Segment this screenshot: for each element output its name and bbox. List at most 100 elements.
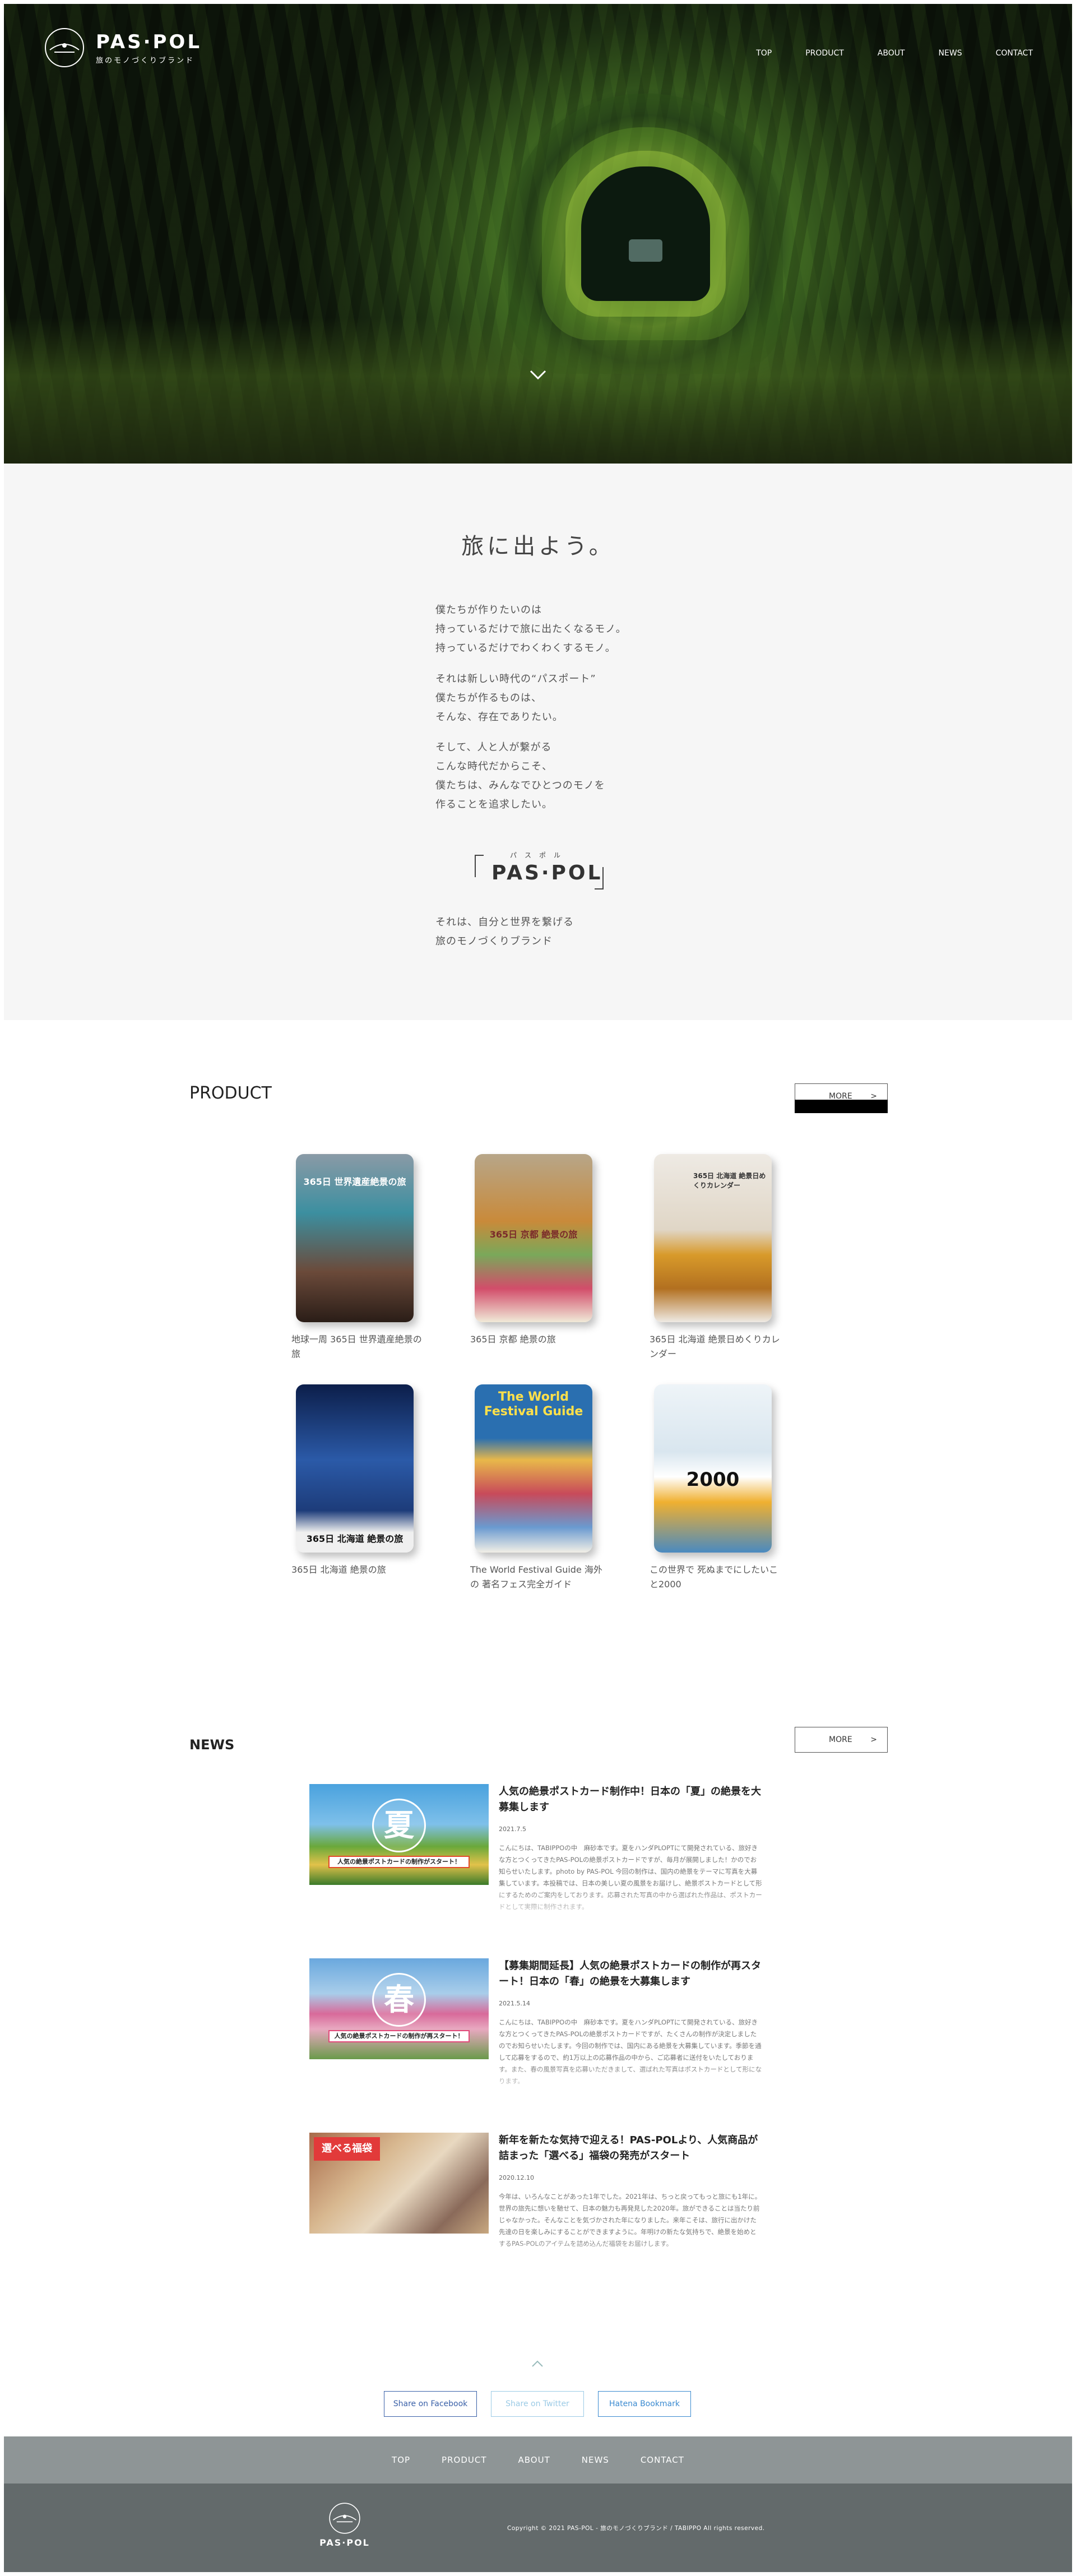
about-line: 僕たちは、みんなでひとつのモノを (435, 780, 605, 791)
product-cover-image: 365日 世界遺産絶景の旅 (296, 1154, 414, 1322)
footer-nav-item-contact[interactable]: CONTACT (641, 2455, 684, 2465)
footer-nav-item-news[interactable]: NEWS (582, 2455, 609, 2465)
about-line: 僕たちが作るものは、 (435, 692, 542, 704)
news-title[interactable]: 新年を新たな気持で迎える！PAS-POLより、人気商品が詰まった「選べる」福袋の… (499, 2133, 762, 2164)
product-cover-image: 365日 北海道 絶景日めくりカレンダー (654, 1154, 772, 1322)
product-cover-title: 365日 京都 絶景の旅 (489, 1229, 578, 1240)
product-card[interactable]: 365日 北海道 絶景日めくりカレンダー 365日 北海道 絶景日めくりカレンダ… (650, 1154, 784, 1361)
more-label: MORE (829, 1735, 852, 1744)
product-cover-image: 365日 京都 絶景の旅 (475, 1154, 592, 1322)
logo-name: PAS·POL (96, 30, 202, 53)
news-section-title: NEWS (189, 1737, 235, 1753)
footer-nav: TOP PRODUCT ABOUT NEWS CONTACT (4, 2436, 1072, 2484)
about-paragraph-3: そして、人と人が繋がる こんな時代だからこそ、 僕たちは、みんなでひとつのモノを… (435, 738, 605, 814)
product-cover-image: 365日 北海道 絶景の旅 (296, 1384, 414, 1553)
product-name: 365日 北海道 絶景の旅 (291, 1564, 386, 1575)
product-cover-title: 365日 北海道 絶景の旅 (306, 1533, 404, 1544)
product-name: The World Festival Guide 海外の 著名フェス完全ガイド (470, 1564, 602, 1590)
share-twitter-button[interactable]: Share on Twitter (491, 2391, 584, 2417)
product-cover-image: 2000 (654, 1384, 772, 1553)
nav-item-about[interactable]: ABOUT (878, 49, 905, 58)
about-paragraph-2: それは新しい時代の“パスポート” 僕たちが作るものは、 そんな、存在でありたい。 (435, 670, 596, 727)
product-cover-image: The World Festival Guide (475, 1384, 592, 1553)
news-title[interactable]: 人気の絶景ポストカード制作中！日本の「夏」の絶景を大募集します (499, 1784, 762, 1815)
footer-nav-item-product[interactable]: PRODUCT (442, 2455, 486, 2465)
about-paragraph-1: 僕たちが作りたいのは 持っているだけで旅に出たくなるモノ。 持っているだけでわく… (435, 601, 627, 658)
about-line: それは、自分と世界を繋げる (435, 916, 574, 928)
brand-name: PAS·POL (491, 861, 603, 884)
share-facebook-button[interactable]: Share on Facebook (384, 2391, 477, 2417)
news-excerpt: 今年は、いろんなことがあった1年でした。2021年は、ちっと戻ってもっと旅にも1… (499, 2193, 762, 2248)
news-thumbnail: 夏 人気の絶景ポストカードの制作がスタート！ (309, 1784, 489, 1885)
news-excerpt: こんにちは、TABIPPOの中 麻砂本です。夏をハンダPLOPTにて開発されてい… (499, 1844, 762, 1911)
footer-logo[interactable]: PAS·POL (319, 2501, 370, 2548)
news-date: 2021.7.5 (499, 1826, 526, 1833)
about-line: 旅のモノづくりブランド (435, 935, 553, 947)
product-cover-title: The World Festival Guide (484, 1390, 583, 1419)
news-thumbnail: 春 人気の絶景ポストカードの制作が再スタート！ (309, 1958, 489, 2059)
news-more-button[interactable]: MORE > (795, 1727, 888, 1753)
chevron-right-icon: > (870, 1735, 877, 1744)
about-line: 僕たちが作りたいのは (435, 604, 542, 616)
product-cover-title: 365日 世界遺産絶景の旅 (303, 1176, 406, 1187)
bracket-open-icon (475, 855, 484, 877)
footer-logo-name: PAS·POL (319, 2537, 370, 2548)
nav-item-contact[interactable]: CONTACT (996, 49, 1033, 58)
scroll-down-icon[interactable] (529, 368, 547, 382)
news-item[interactable]: 夏 人気の絶景ポストカードの制作がスタート！ 人気の絶景ポストカード制作中！日本… (309, 1784, 762, 1911)
nav-item-product[interactable]: PRODUCT (805, 49, 844, 58)
footer-nav-item-top[interactable]: TOP (392, 2455, 410, 2465)
hero-section: PAS·POL 旅のモノづくりブランド TOP PRODUCT ABOUT NE… (4, 4, 1072, 464)
logo-tagline: 旅のモノづくりブランド (96, 56, 195, 65)
logo-emblem-icon (45, 28, 84, 67)
main-nav: TOP PRODUCT ABOUT NEWS CONTACT (722, 49, 1033, 58)
product-card[interactable]: 365日 世界遺産絶景の旅 地球一周 365日 世界遺産絶景の旅 (291, 1154, 426, 1361)
footer-bottom: PAS·POL Copyright © 2021 PAS-POL - 旅のモノづ… (4, 2484, 1072, 2572)
news-badge: 春 (372, 1973, 426, 2027)
about-section: 旅に出よう。 僕たちが作りたいのは 持っているだけで旅に出たくなるモノ。 持って… (4, 464, 1072, 1020)
about-heading: 旅に出よう。 (461, 534, 615, 559)
bracket-close-icon (595, 867, 604, 889)
brand-ruby: パスポル (509, 851, 568, 859)
nav-item-top[interactable]: TOP (756, 49, 772, 58)
copyright: Copyright © 2021 PAS-POL - 旅のモノづくりブランド /… (507, 2525, 765, 2532)
news-badge: 夏 (372, 1799, 426, 1852)
about-line: 持っているだけで旅に出たくなるモノ。 (435, 623, 627, 635)
news-item[interactable]: 春 人気の絶景ポストカードの制作が再スタート！ 【募集期間延長】人気の絶景ポスト… (309, 1958, 762, 2085)
brand-logo-block: パスポル PAS·POL (475, 850, 604, 895)
hero-tunnel-image (581, 166, 710, 301)
nav-item-news[interactable]: NEWS (939, 49, 962, 58)
news-date: 2021.5.14 (499, 2000, 530, 2007)
news-banner: 人気の絶景ポストカードの制作が再スタート！ (328, 2030, 470, 2042)
footer-nav-item-about[interactable]: ABOUT (518, 2455, 550, 2465)
product-cover-title: 2000 (686, 1468, 740, 1491)
about-line: 作ることを追求したい。 (435, 799, 553, 810)
about-line: 持っているだけでわくわくするモノ。 (435, 642, 616, 654)
hatena-bookmark-button[interactable]: Hatena Bookmark (598, 2391, 691, 2417)
product-cover-title: 365日 北海道 絶景日めくりカレンダー (693, 1172, 766, 1189)
news-title[interactable]: 【募集期間延長】人気の絶景ポストカードの制作が再スタート！日本の「春」の絶景を大… (499, 1958, 762, 1990)
news-excerpt: こんにちは、TABIPPOの中 麻砂本です。夏をハンダPLOPTにて開発されてい… (499, 2018, 762, 2085)
news-badge: 選べる福袋 (314, 2137, 380, 2161)
product-section-title: PRODUCT (189, 1083, 272, 1103)
news-item[interactable]: 選べる福袋 新年を新たな気持で迎える！PAS-POLより、人気商品が詰まった「選… (309, 2133, 761, 2250)
about-line: こんな時代だからこそ、 (435, 761, 553, 772)
news-date: 2020.12.10 (499, 2174, 534, 2181)
product-card[interactable]: 365日 京都 絶景の旅 365日 京都 絶景の旅 (470, 1154, 605, 1347)
product-card[interactable]: The World Festival Guide The World Festi… (470, 1384, 605, 1592)
about-line: それは新しい時代の“パスポート” (435, 673, 596, 685)
footer-logo-emblem-icon (329, 2503, 360, 2534)
product-card[interactable]: 2000 この世界で 死ぬまでにしたいこと2000 (650, 1384, 784, 1592)
product-name: 365日 京都 絶景の旅 (470, 1334, 556, 1345)
product-card[interactable]: 365日 北海道 絶景の旅 365日 北海道 絶景の旅 (291, 1384, 426, 1577)
product-name: 365日 北海道 絶景日めくりカレンダー (650, 1334, 780, 1359)
site-logo[interactable]: PAS·POL 旅のモノづくりブランド (43, 26, 202, 69)
product-name: 地球一周 365日 世界遺産絶景の旅 (291, 1334, 422, 1359)
about-closing: それは、自分と世界を繋げる 旅のモノづくりブランド (435, 913, 574, 951)
about-line: そんな、存在でありたい。 (435, 711, 563, 723)
product-more-button-overlay (795, 1100, 888, 1113)
news-banner: 人気の絶景ポストカードの制作がスタート！ (328, 1856, 470, 1868)
page: PAS·POL 旅のモノづくりブランド TOP PRODUCT ABOUT NE… (4, 4, 1072, 2572)
back-to-top-icon[interactable] (531, 2359, 544, 2368)
news-thumbnail: 選べる福袋 (309, 2133, 489, 2234)
